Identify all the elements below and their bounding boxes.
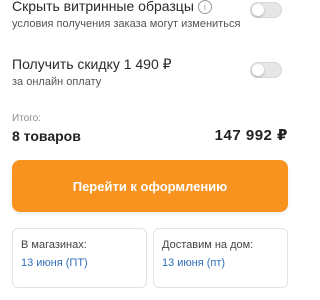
store-pickup-label: В магазинах: — [21, 239, 87, 251]
home-delivery-date: 13 июня (пт) — [162, 257, 226, 269]
order-summary: Итого: 8 товаров 147 992 ₽ — [12, 113, 288, 147]
option-title: Получить скидку 1 490 ₽ — [12, 56, 172, 72]
online-discount-option: Получить скидку 1 490 ₽ за онлайн оплату — [12, 56, 288, 89]
total-price: 147 992 ₽ — [214, 127, 288, 144]
info-icon[interactable]: i — [197, 0, 212, 14]
hide-showcase-toggle[interactable] — [250, 2, 282, 18]
option-subtitle: условия получения заказа могут изменитьс… — [12, 18, 241, 30]
store-pickup-card[interactable]: В магазинах: 13 июня (ПТ) — [12, 228, 147, 288]
store-pickup-date: 13 июня (ПТ) — [21, 257, 88, 269]
summary-label: Итого: — [12, 113, 41, 124]
option-subtitle: за онлайн оплату — [12, 76, 102, 88]
checkout-button[interactable]: Перейти к оформлению — [12, 160, 288, 212]
home-delivery-card[interactable]: Доставим на дом: 13 июня (пт) — [153, 228, 288, 288]
checkout-button-label: Перейти к оформлению — [72, 178, 228, 194]
home-delivery-label: Доставим на дом: — [162, 239, 254, 251]
toggle-knob — [252, 4, 264, 16]
hide-showcase-option: Скрыть витринные образцы i условия получе… — [12, 0, 288, 31]
delivery-info: В магазинах: 13 июня (ПТ) Доставим на до… — [12, 228, 288, 288]
option-title: Скрыть витринные образцы i — [12, 0, 288, 14]
toggle-knob — [252, 64, 264, 76]
online-discount-toggle[interactable] — [250, 62, 282, 78]
